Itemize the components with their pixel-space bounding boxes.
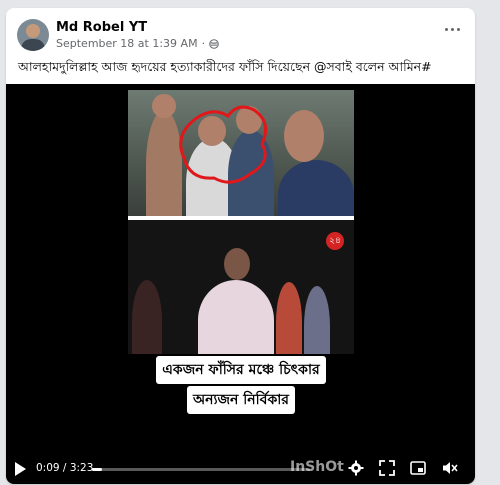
highlight-circle [179,105,268,184]
bystander-2 [304,286,330,354]
subtitle-line-2: অন্যজন নির্বিকার [186,386,295,414]
duration: 3:23 [69,462,94,474]
avatar-body [21,39,45,51]
progress-fill [92,468,102,471]
video-frame: ২৪ একজন ফাঁসির মঞ্চে চিৎকার অন্যজন নির্ব… [128,90,354,455]
reporter-body [198,280,274,354]
post-timestamp[interactable]: September 18 at 1:39 AM [56,37,198,50]
current-time: 0:09 [36,462,60,474]
globe-icon [209,38,219,49]
progress-bar[interactable] [92,468,310,471]
meta-separator: · [201,37,206,50]
subtitle-line-1: একজন ফাঁসির মঞ্চে চিৎকার [156,356,326,384]
face-1 [152,94,176,118]
post-caption: আলহামদুলিল্লাহ আজ হৃদয়ের হত্যাকারীদের ফ… [18,59,432,74]
author-name[interactable]: Md Robel YT [56,20,147,35]
top-photo [128,90,354,216]
picture-in-picture-icon[interactable] [410,460,426,476]
channel-logo: ২৪ [326,232,344,250]
time-separator: / [59,462,70,474]
bystander-1 [276,282,302,354]
video-controls: 0:09 / 3:23 InShOt [6,454,475,484]
more-horizontal-icon[interactable] [443,23,463,37]
post-card: Md Robel YT September 18 at 1:39 AM · আল… [6,8,475,484]
video-player[interactable]: ২৪ একজন ফাঁসির মঞ্চে চিৎকার অন্যজন নির্ব… [6,84,475,484]
face-4 [284,110,324,162]
play-icon[interactable] [15,462,26,476]
volume-muted-icon[interactable] [442,460,458,476]
bottom-photo: ২৪ [128,220,354,354]
reporter-face [224,248,250,280]
gear-icon[interactable] [348,460,364,476]
expand-icon[interactable] [379,460,395,476]
post-meta: September 18 at 1:39 AM · [56,37,219,50]
bg-vehicle [132,280,162,354]
inshot-watermark: InShOt [290,459,344,475]
video-time: 0:09 / 3:23 [36,462,93,474]
avatar[interactable] [17,19,49,51]
avatar-head [26,24,40,38]
video-subtitle: একজন ফাঁসির মঞ্চে চিৎকার অন্যজন নির্বিকা… [148,356,334,416]
person-4 [278,160,354,216]
